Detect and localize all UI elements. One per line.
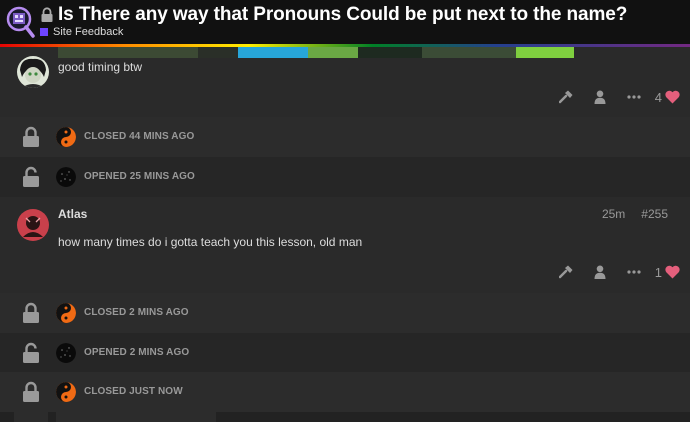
moderator-avatar[interactable] <box>56 167 76 187</box>
small-action-text: CLOSED JUST NOW <box>84 386 183 397</box>
post-actions: 1 <box>549 262 690 282</box>
unlock-icon <box>23 342 39 363</box>
lock-icon <box>23 381 39 402</box>
post-username[interactable]: Atlas <box>58 207 87 221</box>
like-button[interactable]: 1 <box>655 265 680 280</box>
next-post-fragment <box>0 412 690 422</box>
user-icon[interactable] <box>583 87 617 107</box>
small-action-text: CLOSED 2 MINS AGO <box>84 307 189 318</box>
site-header: Is There any way that Pronouns Could be … <box>0 0 690 44</box>
like-button[interactable]: 4 <box>655 90 680 105</box>
small-action-text: OPENED 25 MINS AGO <box>84 171 195 182</box>
post-number[interactable]: #255 <box>641 207 668 221</box>
topic-title-row: Is There any way that Pronouns Could be … <box>40 4 627 26</box>
post-time[interactable]: 25m <box>602 207 625 221</box>
category-name[interactable]: Site Feedback <box>53 26 123 38</box>
small-action-closed: CLOSED 2 MINS AGO <box>0 293 690 333</box>
post-actions: 4 <box>549 87 690 107</box>
small-action-closed: CLOSED 44 MINS AGO <box>0 117 690 157</box>
post-body: how many times do i gotta teach you this… <box>58 235 363 249</box>
moderator-avatar[interactable] <box>56 343 76 363</box>
small-action-opened: OPENED 2 MINS AGO <box>0 333 690 373</box>
more-icon[interactable] <box>617 262 651 282</box>
moderator-avatar[interactable] <box>56 127 76 147</box>
lock-icon <box>41 7 53 22</box>
post: good timing btw 4 <box>0 47 690 117</box>
user-avatar[interactable] <box>17 56 49 88</box>
user-avatar[interactable] <box>17 209 49 241</box>
lock-icon <box>23 126 39 147</box>
forum-logo-icon[interactable] <box>4 5 36 39</box>
admin-wrench-icon[interactable] <box>549 87 583 107</box>
small-action-text: CLOSED 44 MINS AGO <box>84 131 195 142</box>
heart-icon <box>665 265 680 279</box>
lock-icon <box>23 302 39 323</box>
like-count: 1 <box>654 264 662 280</box>
post-body: good timing btw <box>58 60 143 74</box>
post-meta: 25m #255 <box>602 207 668 221</box>
moderator-avatar[interactable] <box>56 382 76 402</box>
embedded-image-fragment <box>58 47 574 58</box>
heart-icon <box>665 90 680 104</box>
category-color-icon <box>40 28 48 36</box>
post: Atlas 25m #255 how many times do i gotta… <box>0 197 690 293</box>
small-action-text: OPENED 2 MINS AGO <box>84 347 190 358</box>
admin-wrench-icon[interactable] <box>549 262 583 282</box>
unlock-icon <box>23 166 39 187</box>
topic-title[interactable]: Is There any way that Pronouns Could be … <box>58 4 627 26</box>
small-action-closed: CLOSED JUST NOW <box>0 372 690 412</box>
like-count: 4 <box>654 89 662 105</box>
user-icon[interactable] <box>583 262 617 282</box>
moderator-avatar[interactable] <box>56 303 76 323</box>
more-icon[interactable] <box>617 87 651 107</box>
category-badge[interactable]: Site Feedback <box>40 26 123 38</box>
small-action-opened: OPENED 25 MINS AGO <box>0 157 690 197</box>
